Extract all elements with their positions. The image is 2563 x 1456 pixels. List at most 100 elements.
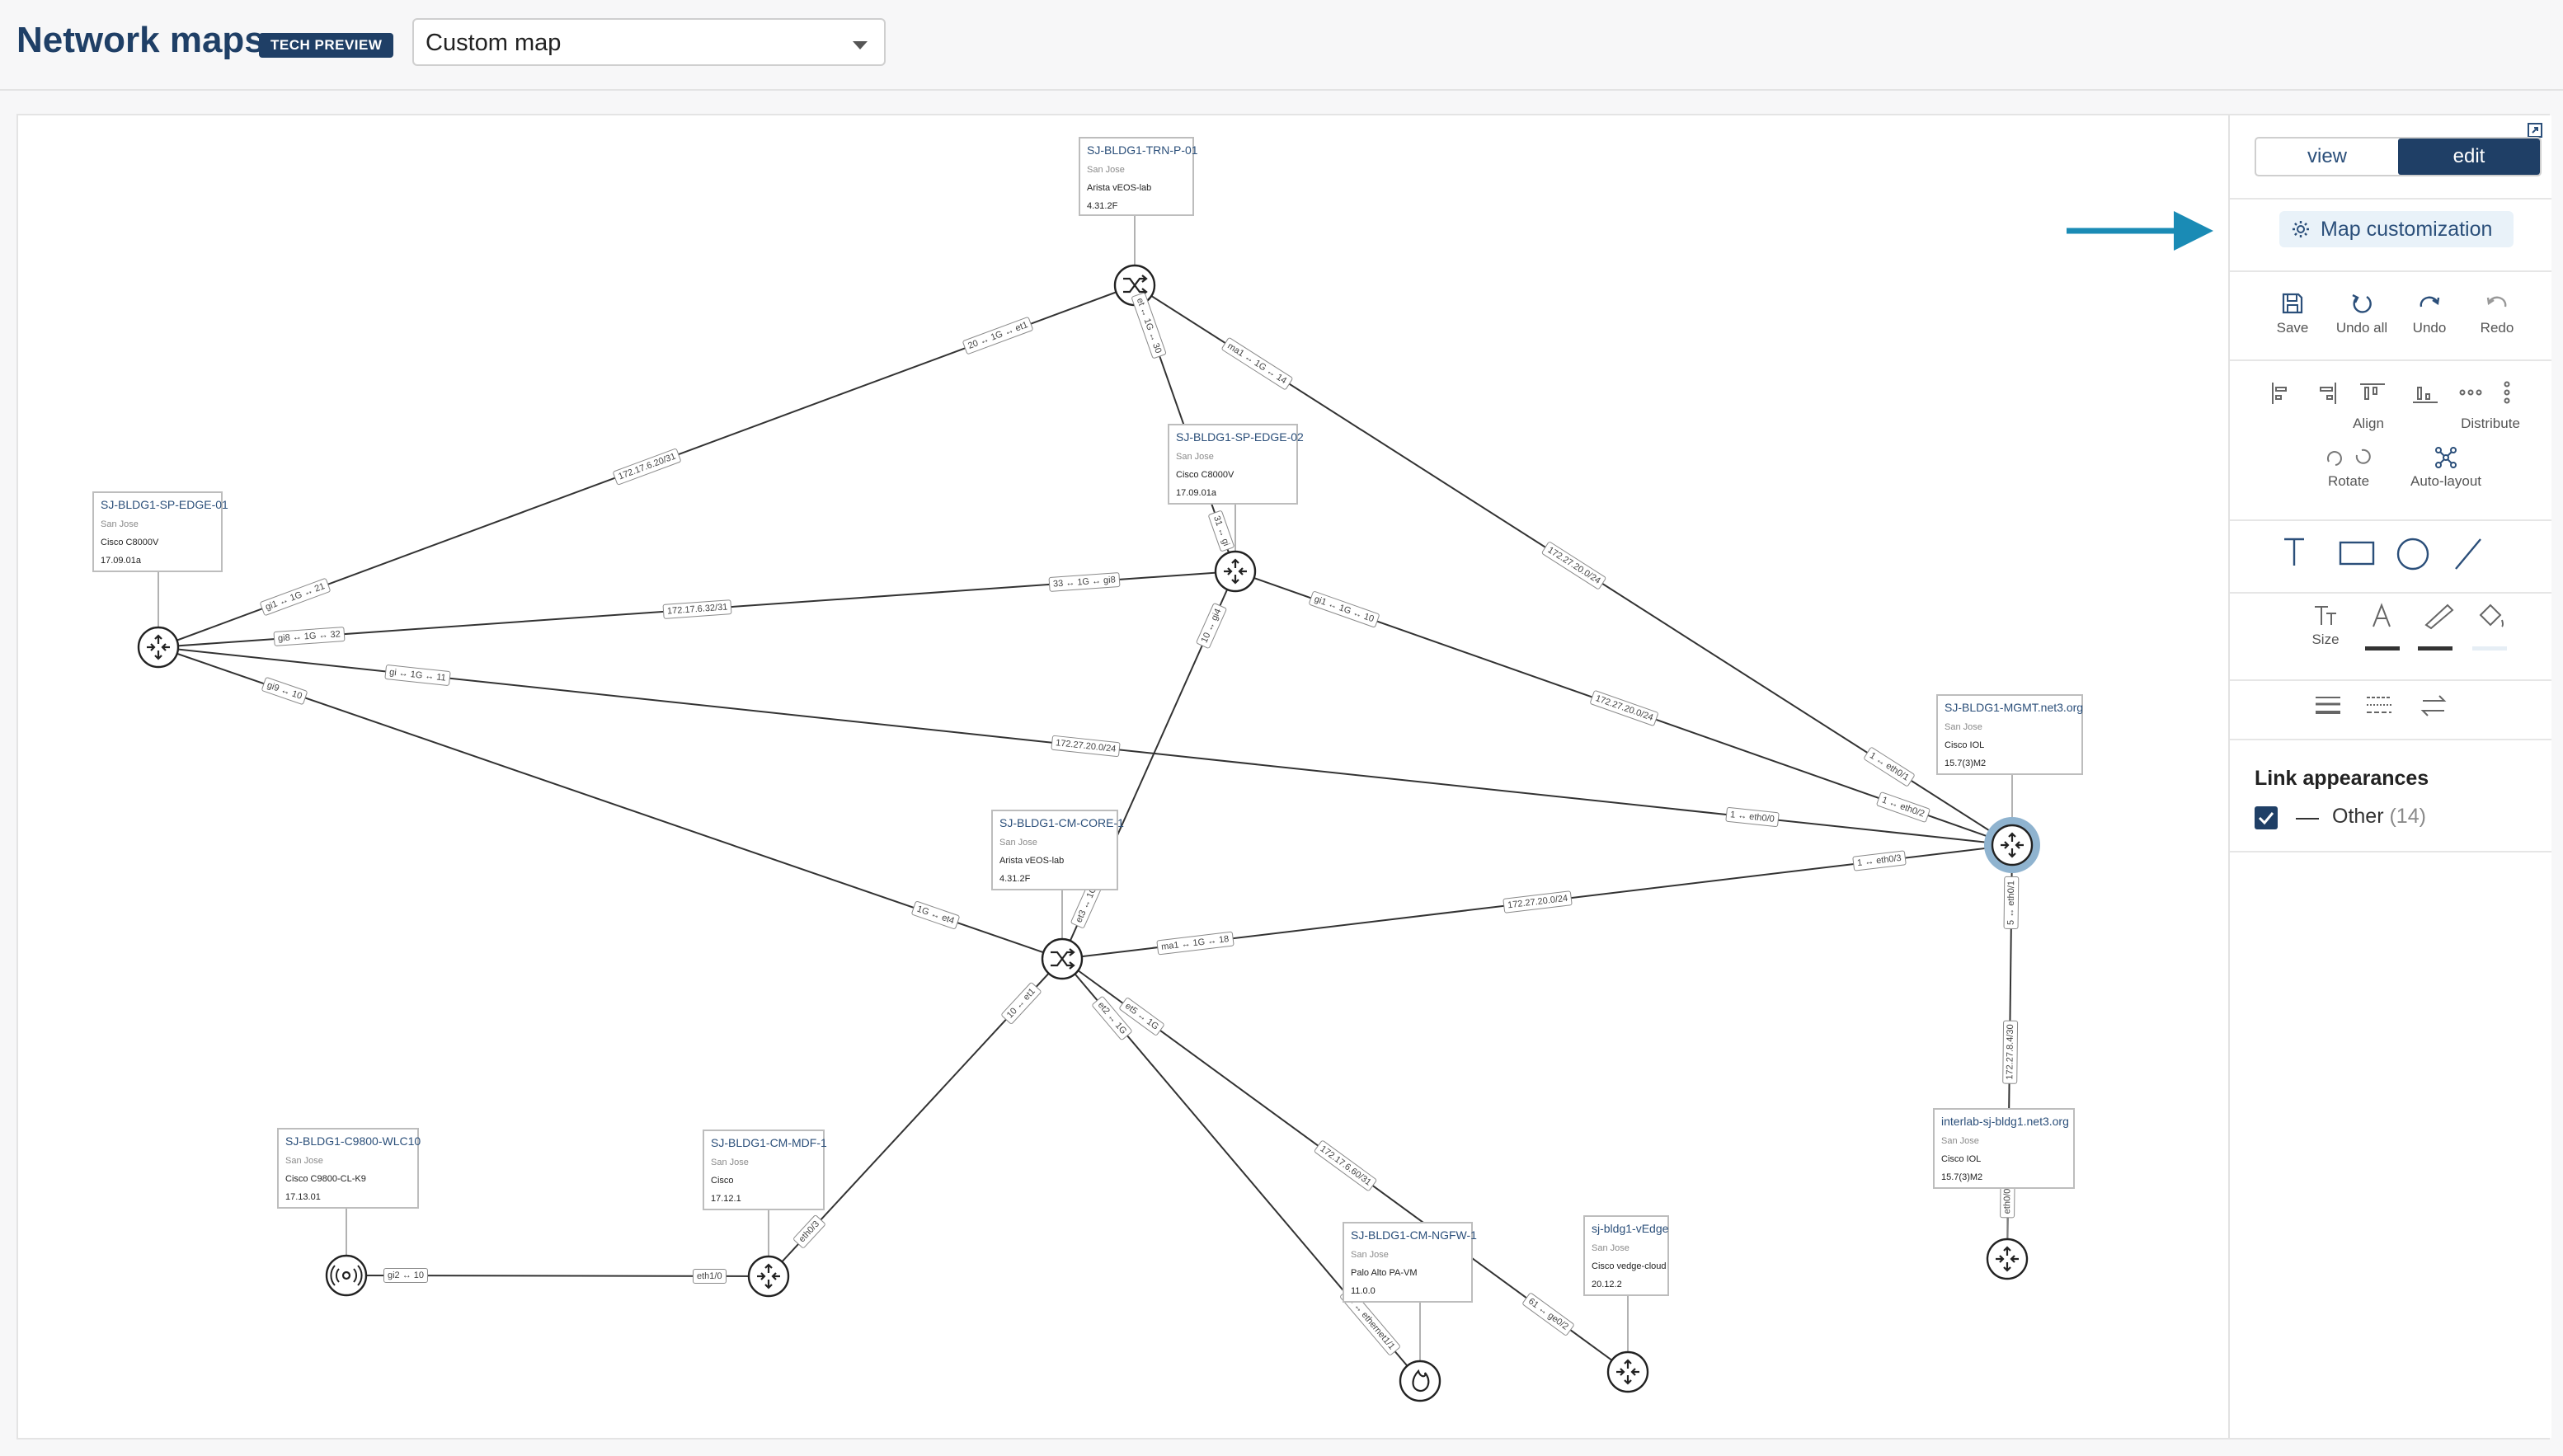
map-customization-button[interactable]: Map customization [2279,211,2514,247]
checkmark-icon [2258,812,2274,825]
link-appearance-checkbox[interactable] [2255,806,2278,829]
callout-arrow-icon [2067,211,2213,251]
node-model: Cisco IOL [1941,1154,1982,1164]
node-card[interactable]: SJ-BLDG1-CM-NGFW-1 San Jose Palo Alto PA-V… [1343,1222,1477,1303]
panel-divider [2230,739,2551,740]
node-location: San Jose [1592,1243,1630,1253]
node-model: Cisco IOL [1945,740,1985,750]
panel-divider [2230,592,2551,594]
text-tool-icon [2284,538,2304,566]
node-location: San Jose [1351,1250,1389,1260]
firewall-icon[interactable] [1399,1360,1441,1402]
map-customization-label: Map customization [2321,218,2493,241]
router-icon[interactable] [1606,1350,1649,1393]
node-circle [137,626,180,669]
node-card[interactable]: SJ-BLDG1-SP-EDGE-02 San Jose Cisco C8000V 1… [1168,424,1304,505]
map-type-select[interactable]: Custom map [412,18,886,66]
map-type-value: Custom map [426,30,562,56]
node-model: Cisco C8000V [101,538,159,547]
link-endpoint-label: 5 ↔ eth0/1 [2003,876,2020,930]
panel-divider [2230,519,2551,521]
node-model: Palo Alto PA-VM [1351,1268,1418,1278]
line-style-tools[interactable] [2312,691,2502,724]
align-distribute-icons[interactable] [2269,379,2517,407]
node-card[interactable]: SJ-BLDG1-SP-EDGE-01 San Jose Cisco C8000V 1… [92,491,228,572]
align-label: Align [2353,416,2384,431]
node-name: interlab-sj-bldg1.net3.org [1941,1115,2069,1128]
link-appearance-name: Other [2332,805,2384,828]
router-icon[interactable] [1984,817,2040,873]
redo-label: Redo [2480,320,2514,336]
line-tool-icon [2455,538,2481,570]
node-name: SJ-BLDG1-MGMT.net3.org [1945,701,2084,714]
font-color-icon [2373,603,2391,627]
link-appearance-count: (14) [2389,805,2426,828]
node-card[interactable]: SJ-BLDG1-C9800-WLC10 San Jose Cisco C9800-… [277,1128,421,1209]
router-icon[interactable] [1986,1238,2029,1280]
collapse-panel-icon[interactable] [2527,122,2543,139]
rectangle-tool-icon [2339,541,2375,566]
node-version: 15.7(3)M2 [1941,1172,1983,1182]
router-icon[interactable] [747,1255,790,1298]
view-edit-toggle: view edit [2255,137,2542,176]
node-name: sj-bldg1-vEdge [1592,1222,1669,1235]
node-card[interactable]: SJ-BLDG1-CM-MDF-1 San Jose Cisco 17.12.1 [703,1130,827,1210]
redo-button[interactable]: Redo [2472,290,2522,336]
link-appearance-label: Other (14) [2332,805,2426,829]
node-name: SJ-BLDG1-CM-CORE-1 [999,816,1124,829]
save-label: Save [2276,320,2309,336]
undo-button[interactable]: Undo [2405,290,2454,336]
link-appearances-title: Link appearances [2255,767,2429,790]
undo-all-button[interactable]: Undo all [2327,290,2396,336]
node-card[interactable]: SJ-BLDG1-TRN-P-01 San Jose Arista vEOS-lab… [1079,137,1198,216]
node-version: 17.09.01a [1176,488,1216,498]
link-style-swatch [2296,818,2319,820]
node-card[interactable]: interlab-sj-bldg1.net3.org San Jose Cisco … [1933,1108,2075,1189]
node-version: 4.31.2F [1087,201,1118,211]
node-circle [1399,1360,1441,1402]
size-label: Size [2311,632,2340,647]
router-icon[interactable] [137,626,180,669]
panel-divider [2230,198,2551,200]
node-circle [1991,824,2034,867]
shape-tools[interactable] [2279,531,2502,572]
pencil-icon [2424,604,2454,630]
chevron-down-icon [853,41,868,49]
node-circle [747,1255,790,1298]
panel-divider [2230,851,2551,852]
node-card[interactable]: SJ-BLDG1-MGMT.net3.org San Jose Cisco IOL 1… [1936,694,2083,775]
fill-bucket-icon [2479,604,2504,627]
node-location: San Jose [285,1156,323,1166]
rotate-button[interactable]: Rotate [2316,445,2382,490]
node-location: San Jose [1176,452,1214,462]
node-name: SJ-BLDG1-SP-EDGE-02 [1176,430,1304,444]
link-endpoint-label: gi2 ↔ 10 [383,1268,428,1284]
network-map-canvas[interactable]: 172.17.6.20/31 gi1 ↔ 1G ↔ 21 20 ↔ 1G ↔ et1… [16,114,2551,1440]
node-circle [1986,1238,2029,1280]
distribute-label: Distribute [2461,416,2520,431]
node-name: SJ-BLDG1-CM-NGFW-1 [1351,1228,1477,1242]
save-button[interactable]: Save [2268,290,2317,336]
panel-divider [2230,270,2551,272]
node-card[interactable]: sj-bldg1-vEdge San Jose Cisco vedge-cloud 2… [1583,1215,1669,1296]
view-mode-button[interactable]: view [2256,139,2398,175]
node-model: Cisco C9800-CL-K9 [285,1174,366,1184]
router-icon[interactable] [1214,550,1257,593]
gear-icon [2293,221,2309,237]
edit-panel: view edit Map customization Save Undo al… [2228,115,2551,1438]
auto-layout-button[interactable]: Auto-layout [2403,445,2489,490]
font-size-button[interactable]: Size [2301,602,2350,648]
node-location: San Jose [1945,722,1982,732]
panel-divider [2230,679,2551,681]
auto-layout-icon [2435,447,2457,468]
link-subnet-label: 172.27.8.4/30 [2001,1020,2018,1084]
edit-mode-button[interactable]: edit [2398,139,2540,175]
node-location: San Jose [1941,1136,1979,1146]
switch-icon[interactable] [1041,937,1084,980]
redo-icon [2486,296,2507,308]
wireless-controller-icon[interactable] [325,1254,368,1297]
style-tools[interactable] [2350,602,2523,655]
node-version: 15.7(3)M2 [1945,759,1987,768]
node-version: 17.13.01 [285,1192,321,1202]
node-card[interactable]: SJ-BLDG1-CM-CORE-1 San Jose Arista vEOS-la… [991,810,1124,890]
